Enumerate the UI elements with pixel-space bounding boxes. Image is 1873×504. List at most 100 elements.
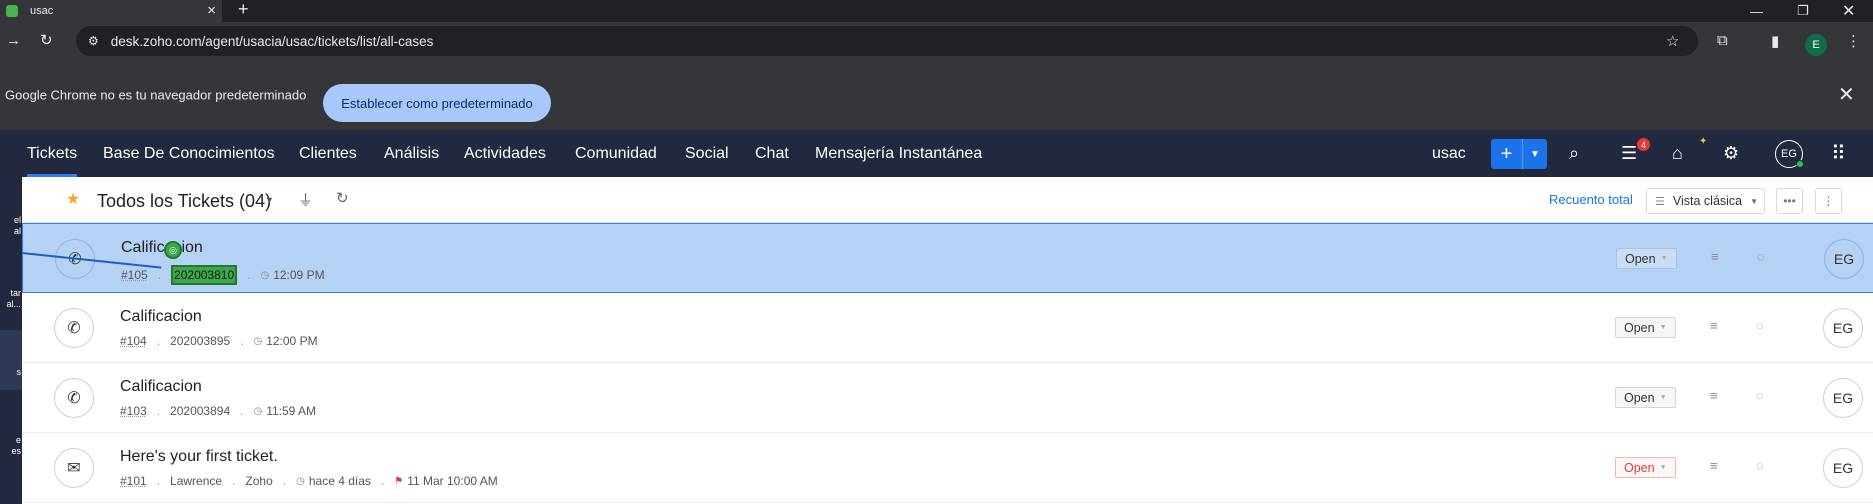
browser-tab[interactable]: usac ×: [0, 0, 222, 22]
ticket-row[interactable]: ✆ Calificacion #105 . 202003810 . ◷ 12:0…: [22, 223, 1873, 293]
restore-icon[interactable]: ❐: [1797, 0, 1809, 22]
marketplace-icon[interactable]: ⌂: [1672, 130, 1683, 177]
view-dropdown-icon[interactable]: ▼: [265, 195, 274, 205]
search-icon[interactable]: ⌕: [1569, 130, 1579, 177]
online-status-icon: [1796, 160, 1804, 168]
favorite-star-icon[interactable]: ★: [66, 189, 80, 209]
nav-community[interactable]: Comunidad: [575, 130, 657, 177]
sidebar-label-6[interactable]: e: [0, 435, 22, 446]
comment-icon[interactable]: ◌: [1757, 249, 1765, 264]
ticket-contact[interactable]: 202003810: [171, 265, 238, 285]
assignee-avatar[interactable]: EG: [1823, 308, 1863, 348]
meta-separator: .: [156, 334, 161, 348]
omnibox[interactable]: ⚙ desk.zoho.com/agent/usacia/usac/ticket…: [76, 26, 1698, 56]
nav-tickets[interactable]: Tickets: [27, 130, 78, 177]
view-mode-label: Vista clásica: [1672, 194, 1743, 208]
status-label: Open: [1624, 320, 1655, 335]
nav-chat[interactable]: Chat: [755, 130, 789, 177]
assignee-avatar[interactable]: EG: [1823, 448, 1863, 488]
site-settings-icon[interactable]: ⚙: [88, 34, 99, 48]
set-default-button[interactable]: Establecer como predeterminado: [323, 84, 551, 122]
assignee-avatar[interactable]: EG: [1824, 239, 1864, 279]
ticket-subject[interactable]: Calificacion: [120, 378, 202, 396]
ticket-subject[interactable]: Calificacion: [121, 239, 203, 257]
infobar-close-icon[interactable]: ✕: [1838, 82, 1855, 107]
sidebar-label-1[interactable]: el: [0, 215, 22, 226]
ticket-row[interactable]: ✉ Here's your first ticket. #101 . Lawre…: [22, 433, 1873, 503]
nav-activities[interactable]: Actividades: [464, 130, 546, 177]
extensions-icon[interactable]: ⧉: [1717, 32, 1728, 49]
address-bar: → ↻ ⚙ desk.zoho.com/agent/usacia/usac/ti…: [0, 22, 1873, 60]
more-options-button[interactable]: •••: [1776, 188, 1803, 214]
priority-icon[interactable]: ≡: [1710, 318, 1718, 333]
bookmark-star-icon[interactable]: ☆: [1666, 32, 1679, 50]
url-text[interactable]: desk.zoho.com/agent/usacia/usac/tickets/…: [111, 34, 434, 49]
sidebar-label-2[interactable]: al: [0, 226, 22, 237]
new-tab-icon[interactable]: +: [238, 0, 249, 20]
profile-avatar[interactable]: E: [1805, 34, 1827, 56]
priority-icon[interactable]: ≡: [1710, 388, 1718, 403]
nav-social[interactable]: Social: [685, 130, 729, 177]
apps-grid-icon[interactable]: ⠿: [1831, 130, 1846, 177]
settings-gear-icon[interactable]: ⚙: [1723, 130, 1739, 177]
ticket-number[interactable]: #101: [120, 474, 147, 488]
nav-knowledge-base[interactable]: Base De Conocimientos: [103, 130, 275, 177]
chevron-down-icon[interactable]: ▼: [1523, 139, 1547, 169]
assignee-avatar[interactable]: EG: [1823, 378, 1863, 418]
status-dropdown[interactable]: Open ▼: [1616, 248, 1677, 269]
sidebar-label-5[interactable]: s: [0, 367, 22, 378]
refresh-icon[interactable]: ↻: [336, 189, 349, 207]
status-dropdown[interactable]: Open ▼: [1615, 317, 1676, 338]
nav-analytics[interactable]: Análisis: [384, 130, 439, 177]
zoho-favicon-icon: [6, 5, 18, 17]
total-count-link[interactable]: Recuento total: [1549, 192, 1633, 207]
ticket-row[interactable]: ✆ Calificacion #103 . 202003894 . ◷ 11:5…: [22, 363, 1873, 433]
portal-name[interactable]: usac: [1432, 130, 1466, 177]
comment-icon[interactable]: ◌: [1756, 388, 1764, 403]
close-window-icon[interactable]: ✕: [1842, 0, 1855, 22]
status-label: Open: [1624, 460, 1655, 475]
notifications-icon[interactable]: ☰: [1621, 130, 1637, 177]
forward-icon[interactable]: →: [6, 32, 21, 49]
meta-separator: .: [157, 268, 162, 282]
list-header: ★ Todos los Tickets (04) ▼ ⏚ ↻ Recuento …: [22, 177, 1873, 223]
browser-tab-strip: usac × + — ❐ ✕: [0, 0, 1873, 22]
nav-instant-messaging[interactable]: Mensajería Instantánea: [815, 130, 982, 177]
sidebar-selected-item[interactable]: [0, 330, 22, 390]
status-dropdown[interactable]: Open ▼: [1615, 457, 1676, 478]
new-item-button[interactable]: + ▼: [1491, 139, 1547, 169]
ticket-subject[interactable]: Calificacion: [120, 308, 202, 326]
email-channel-icon: ✉: [54, 448, 94, 488]
ticket-subject[interactable]: Here's your first ticket.: [120, 448, 278, 466]
ticket-number[interactable]: #104: [120, 334, 147, 348]
top-navigation: Tickets Base De Conocimientos Clientes A…: [0, 130, 1873, 177]
nav-customers[interactable]: Clientes: [299, 130, 357, 177]
priority-icon[interactable]: ≡: [1711, 249, 1719, 264]
sidebar-label-4[interactable]: al...: [0, 299, 22, 310]
ticket-contact[interactable]: 202003894: [170, 404, 230, 418]
comment-icon[interactable]: ◌: [1756, 318, 1764, 333]
ticket-account[interactable]: Zoho: [245, 474, 272, 488]
plus-icon[interactable]: +: [1491, 139, 1523, 169]
reload-icon[interactable]: ↻: [40, 31, 53, 49]
ticket-row[interactable]: ✆ Calificacion #104 . 202003895 . ◷ 12:0…: [22, 293, 1873, 363]
user-avatar[interactable]: EG: [1775, 140, 1804, 168]
ticket-number[interactable]: #103: [120, 404, 147, 418]
view-title[interactable]: Todos los Tickets (04): [97, 191, 271, 212]
minimize-icon[interactable]: —: [1750, 0, 1763, 22]
ticket-contact[interactable]: Lawrence: [170, 474, 222, 488]
sidebar-label-3[interactable]: tar: [0, 288, 22, 299]
ticket-contact[interactable]: 202003895: [170, 334, 230, 348]
priority-icon[interactable]: ≡: [1710, 458, 1718, 473]
ticket-meta: #104 . 202003895 . ◷ 12:00 PM: [120, 334, 318, 348]
chrome-menu-icon[interactable]: ⋮: [1846, 32, 1861, 50]
view-mode-select[interactable]: ☰ Vista clásica ▼: [1646, 188, 1765, 214]
filter-icon[interactable]: ⏚: [298, 189, 313, 210]
status-dropdown[interactable]: Open ▼: [1615, 387, 1676, 408]
ticket-number[interactable]: #105: [121, 268, 148, 282]
sidebar-label-7[interactable]: es: [0, 446, 22, 457]
close-tab-icon[interactable]: ×: [207, 2, 216, 19]
side-panel-icon[interactable]: ▮: [1771, 32, 1779, 50]
comment-icon[interactable]: ◌: [1756, 458, 1764, 473]
info-button[interactable]: ⋮: [1815, 188, 1842, 214]
